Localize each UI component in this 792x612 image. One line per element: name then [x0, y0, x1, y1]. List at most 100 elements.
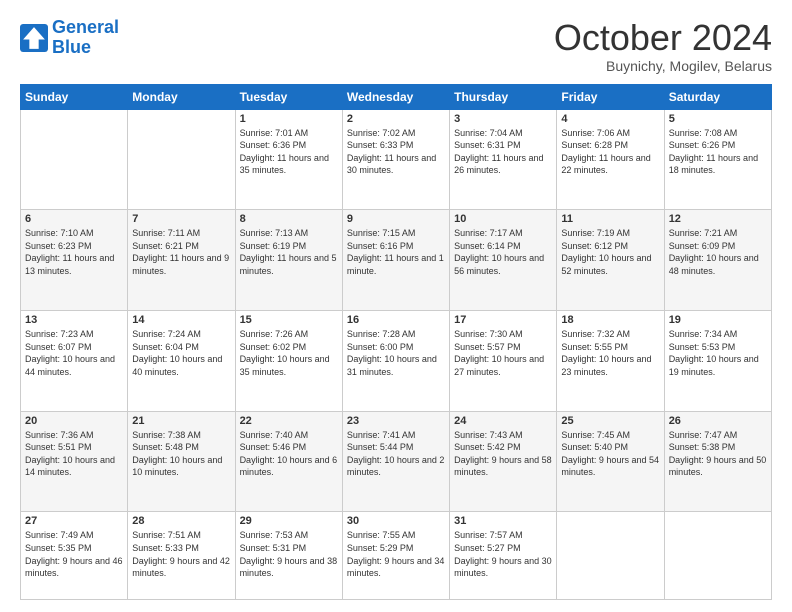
- day-number: 30: [347, 515, 445, 527]
- cell-info: Sunrise: 7:34 AMSunset: 5:53 PMDaylight:…: [669, 328, 767, 378]
- cell-info: Sunrise: 7:24 AMSunset: 6:04 PMDaylight:…: [132, 328, 230, 378]
- calendar-week-5: 27 Sunrise: 7:49 AMSunset: 5:35 PMDaylig…: [21, 512, 772, 600]
- calendar-cell: 8 Sunrise: 7:13 AMSunset: 6:19 PMDayligh…: [235, 210, 342, 311]
- calendar-cell: 13 Sunrise: 7:23 AMSunset: 6:07 PMDaylig…: [21, 310, 128, 411]
- calendar-cell: 31 Sunrise: 7:57 AMSunset: 5:27 PMDaylig…: [450, 512, 557, 600]
- col-thursday: Thursday: [450, 84, 557, 109]
- calendar-cell: 27 Sunrise: 7:49 AMSunset: 5:35 PMDaylig…: [21, 512, 128, 600]
- calendar-cell: 18 Sunrise: 7:32 AMSunset: 5:55 PMDaylig…: [557, 310, 664, 411]
- day-number: 3: [454, 113, 552, 125]
- logo-line1: General: [52, 17, 119, 37]
- calendar-cell: 19 Sunrise: 7:34 AMSunset: 5:53 PMDaylig…: [664, 310, 771, 411]
- day-number: 29: [240, 515, 338, 527]
- calendar-cell: 21 Sunrise: 7:38 AMSunset: 5:48 PMDaylig…: [128, 411, 235, 512]
- title-block: October 2024 Buynichy, Mogilev, Belarus: [554, 18, 772, 74]
- day-number: 11: [561, 213, 659, 225]
- day-number: 16: [347, 314, 445, 326]
- calendar-cell: 4 Sunrise: 7:06 AMSunset: 6:28 PMDayligh…: [557, 109, 664, 210]
- cell-info: Sunrise: 7:10 AMSunset: 6:23 PMDaylight:…: [25, 227, 123, 277]
- calendar-cell: 22 Sunrise: 7:40 AMSunset: 5:46 PMDaylig…: [235, 411, 342, 512]
- cell-info: Sunrise: 7:45 AMSunset: 5:40 PMDaylight:…: [561, 429, 659, 479]
- cell-info: Sunrise: 7:32 AMSunset: 5:55 PMDaylight:…: [561, 328, 659, 378]
- cell-info: Sunrise: 7:11 AMSunset: 6:21 PMDaylight:…: [132, 227, 230, 277]
- cell-info: Sunrise: 7:43 AMSunset: 5:42 PMDaylight:…: [454, 429, 552, 479]
- calendar-cell: 15 Sunrise: 7:26 AMSunset: 6:02 PMDaylig…: [235, 310, 342, 411]
- cell-info: Sunrise: 7:28 AMSunset: 6:00 PMDaylight:…: [347, 328, 445, 378]
- cell-info: Sunrise: 7:01 AMSunset: 6:36 PMDaylight:…: [240, 127, 338, 177]
- day-number: 28: [132, 515, 230, 527]
- calendar-cell: 14 Sunrise: 7:24 AMSunset: 6:04 PMDaylig…: [128, 310, 235, 411]
- cell-info: Sunrise: 7:38 AMSunset: 5:48 PMDaylight:…: [132, 429, 230, 479]
- calendar-cell: 20 Sunrise: 7:36 AMSunset: 5:51 PMDaylig…: [21, 411, 128, 512]
- calendar-cell: 3 Sunrise: 7:04 AMSunset: 6:31 PMDayligh…: [450, 109, 557, 210]
- cell-info: Sunrise: 7:36 AMSunset: 5:51 PMDaylight:…: [25, 429, 123, 479]
- day-number: 4: [561, 113, 659, 125]
- cell-info: Sunrise: 7:53 AMSunset: 5:31 PMDaylight:…: [240, 529, 338, 579]
- day-number: 14: [132, 314, 230, 326]
- day-number: 22: [240, 415, 338, 427]
- day-number: 21: [132, 415, 230, 427]
- cell-info: Sunrise: 7:21 AMSunset: 6:09 PMDaylight:…: [669, 227, 767, 277]
- day-number: 12: [669, 213, 767, 225]
- month-title: October 2024: [554, 18, 772, 58]
- calendar-cell: 5 Sunrise: 7:08 AMSunset: 6:26 PMDayligh…: [664, 109, 771, 210]
- day-number: 18: [561, 314, 659, 326]
- calendar-header-row: Sunday Monday Tuesday Wednesday Thursday…: [21, 84, 772, 109]
- calendar-cell: [128, 109, 235, 210]
- day-number: 19: [669, 314, 767, 326]
- calendar-cell: 11 Sunrise: 7:19 AMSunset: 6:12 PMDaylig…: [557, 210, 664, 311]
- day-number: 31: [454, 515, 552, 527]
- day-number: 7: [132, 213, 230, 225]
- day-number: 10: [454, 213, 552, 225]
- header: General Blue October 2024 Buynichy, Mogi…: [20, 18, 772, 74]
- cell-info: Sunrise: 7:04 AMSunset: 6:31 PMDaylight:…: [454, 127, 552, 177]
- calendar-cell: 23 Sunrise: 7:41 AMSunset: 5:44 PMDaylig…: [342, 411, 449, 512]
- day-number: 6: [25, 213, 123, 225]
- cell-info: Sunrise: 7:40 AMSunset: 5:46 PMDaylight:…: [240, 429, 338, 479]
- col-monday: Monday: [128, 84, 235, 109]
- day-number: 1: [240, 113, 338, 125]
- cell-info: Sunrise: 7:08 AMSunset: 6:26 PMDaylight:…: [669, 127, 767, 177]
- cell-info: Sunrise: 7:49 AMSunset: 5:35 PMDaylight:…: [25, 529, 123, 579]
- calendar-cell: 7 Sunrise: 7:11 AMSunset: 6:21 PMDayligh…: [128, 210, 235, 311]
- calendar-week-3: 13 Sunrise: 7:23 AMSunset: 6:07 PMDaylig…: [21, 310, 772, 411]
- logo-icon: [20, 24, 48, 52]
- cell-info: Sunrise: 7:06 AMSunset: 6:28 PMDaylight:…: [561, 127, 659, 177]
- cell-info: Sunrise: 7:13 AMSunset: 6:19 PMDaylight:…: [240, 227, 338, 277]
- calendar-cell: 12 Sunrise: 7:21 AMSunset: 6:09 PMDaylig…: [664, 210, 771, 311]
- logo: General Blue: [20, 18, 119, 58]
- cell-info: Sunrise: 7:30 AMSunset: 5:57 PMDaylight:…: [454, 328, 552, 378]
- calendar-cell: 26 Sunrise: 7:47 AMSunset: 5:38 PMDaylig…: [664, 411, 771, 512]
- calendar-week-2: 6 Sunrise: 7:10 AMSunset: 6:23 PMDayligh…: [21, 210, 772, 311]
- calendar-cell: 10 Sunrise: 7:17 AMSunset: 6:14 PMDaylig…: [450, 210, 557, 311]
- day-number: 25: [561, 415, 659, 427]
- calendar-cell: 6 Sunrise: 7:10 AMSunset: 6:23 PMDayligh…: [21, 210, 128, 311]
- cell-info: Sunrise: 7:57 AMSunset: 5:27 PMDaylight:…: [454, 529, 552, 579]
- calendar-cell: 17 Sunrise: 7:30 AMSunset: 5:57 PMDaylig…: [450, 310, 557, 411]
- day-number: 2: [347, 113, 445, 125]
- col-friday: Friday: [557, 84, 664, 109]
- calendar-cell: 2 Sunrise: 7:02 AMSunset: 6:33 PMDayligh…: [342, 109, 449, 210]
- calendar-week-4: 20 Sunrise: 7:36 AMSunset: 5:51 PMDaylig…: [21, 411, 772, 512]
- day-number: 13: [25, 314, 123, 326]
- day-number: 5: [669, 113, 767, 125]
- cell-info: Sunrise: 7:15 AMSunset: 6:16 PMDaylight:…: [347, 227, 445, 277]
- cell-info: Sunrise: 7:47 AMSunset: 5:38 PMDaylight:…: [669, 429, 767, 479]
- day-number: 9: [347, 213, 445, 225]
- col-wednesday: Wednesday: [342, 84, 449, 109]
- subtitle: Buynichy, Mogilev, Belarus: [554, 58, 772, 74]
- day-number: 24: [454, 415, 552, 427]
- calendar-cell: [664, 512, 771, 600]
- calendar-cell: 9 Sunrise: 7:15 AMSunset: 6:16 PMDayligh…: [342, 210, 449, 311]
- cell-info: Sunrise: 7:55 AMSunset: 5:29 PMDaylight:…: [347, 529, 445, 579]
- calendar-week-1: 1 Sunrise: 7:01 AMSunset: 6:36 PMDayligh…: [21, 109, 772, 210]
- day-number: 26: [669, 415, 767, 427]
- calendar-cell: 29 Sunrise: 7:53 AMSunset: 5:31 PMDaylig…: [235, 512, 342, 600]
- col-tuesday: Tuesday: [235, 84, 342, 109]
- cell-info: Sunrise: 7:19 AMSunset: 6:12 PMDaylight:…: [561, 227, 659, 277]
- cell-info: Sunrise: 7:17 AMSunset: 6:14 PMDaylight:…: [454, 227, 552, 277]
- calendar-cell: 24 Sunrise: 7:43 AMSunset: 5:42 PMDaylig…: [450, 411, 557, 512]
- page: General Blue October 2024 Buynichy, Mogi…: [0, 0, 792, 612]
- calendar-cell: [21, 109, 128, 210]
- calendar-cell: [557, 512, 664, 600]
